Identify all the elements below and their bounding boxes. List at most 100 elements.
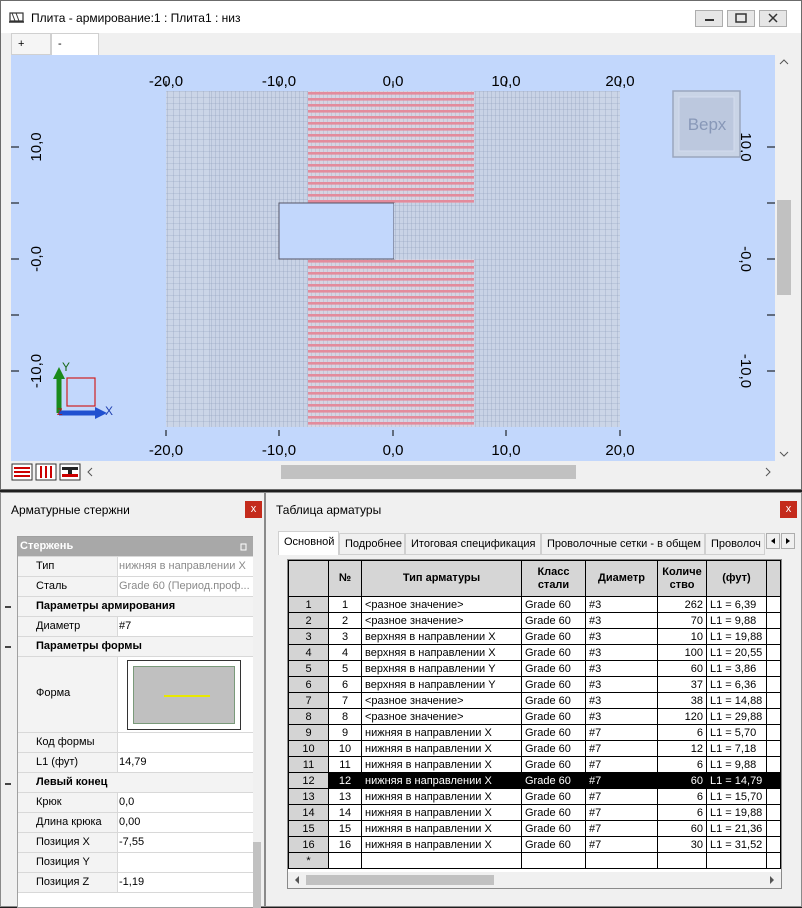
tab-wire-mesh[interactable]: Проволоч [705,533,765,555]
cell-diameter[interactable]: #3 [585,596,658,613]
cell-length[interactable]: L1 = 5,70 [706,724,767,741]
scroll-up-icon[interactable] [775,55,793,69]
cell-type[interactable]: нижняя в направлении X [361,804,522,821]
properties-close-button[interactable]: x [245,501,262,518]
row-header[interactable]: 13 [288,788,329,805]
cell-quantity[interactable]: 60 [657,660,707,677]
cell-type[interactable]: верхняя в направлении Y [361,660,522,677]
table-row[interactable]: 11 11 нижняя в направлении X Grade 60 #7 6 L1 … [288,756,781,773]
cell-grade[interactable]: Grade 60 [521,676,586,693]
cell-number[interactable]: 8 [328,708,362,725]
row-header[interactable]: 14 [288,804,329,821]
row-header[interactable]: 8 [288,708,329,725]
new-row[interactable]: * [288,852,781,869]
row-header[interactable]: 16 [288,836,329,853]
table-row[interactable]: 14 14 нижняя в направлении X Grade 60 #7 6 L1 … [288,804,781,821]
cell-grade[interactable]: Grade 60 [521,820,586,837]
row-header[interactable]: 3 [288,628,329,645]
new-row-cell[interactable] [585,852,658,869]
cell-type[interactable]: нижняя в направлении X [361,724,522,741]
properties-scrollbar[interactable] [253,536,261,908]
cell-number[interactable]: 3 [328,628,362,645]
table-row[interactable]: 1 1 <разное значение> Grade 60 #3 262 L1 = 6,3… [288,596,781,613]
cell-type[interactable]: <разное значение> [361,612,522,629]
cell-length[interactable]: L1 = 3,86 [706,660,767,677]
cell-extra[interactable] [766,740,781,757]
cell-type[interactable]: нижняя в направлении X [361,788,522,805]
cell-extra[interactable] [766,628,781,645]
close-window-button[interactable] [759,10,787,27]
cell-quantity[interactable]: 6 [657,804,707,821]
tab-plus[interactable]: + [11,33,51,55]
new-row-cell[interactable] [521,852,586,869]
cell-grade[interactable]: Grade 60 [521,692,586,709]
cell-diameter[interactable]: #3 [585,676,658,693]
property-value[interactable]: 0,00 [119,816,250,828]
cell-extra[interactable] [766,788,781,805]
cell-diameter[interactable]: #7 [585,772,658,789]
property-value[interactable]: Grade 60 (Период.проф... [119,580,250,592]
cell-grade[interactable]: Grade 60 [521,660,586,677]
cell-type[interactable]: <разное значение> [361,596,522,613]
cell-quantity[interactable]: 120 [657,708,707,725]
slab-canvas[interactable]: -20,0 -10,0 0,0 10,0 20,0 -20,0 -10,0 0,… [11,55,775,461]
cell-number[interactable]: 2 [328,612,362,629]
new-row-cell[interactable] [361,852,522,869]
group-reinforcement[interactable]: Параметры армирования [18,597,254,617]
table-row[interactable]: 12 12 нижняя в направлении X Grade 60 #7 60 L1… [288,772,781,789]
cell-diameter[interactable]: #7 [585,788,658,805]
scroll-thumb[interactable] [777,200,791,295]
cell-grade[interactable]: Grade 60 [521,612,586,629]
cell-diameter[interactable]: #3 [585,660,658,677]
cell-quantity[interactable]: 60 [657,772,707,789]
tab-summary[interactable]: Итоговая спецификация [405,533,541,555]
new-row-marker[interactable]: * [288,852,329,869]
cell-type[interactable]: верхняя в направлении X [361,644,522,661]
cell-number[interactable]: 7 [328,692,362,709]
cell-type[interactable]: верхняя в направлении Y [361,676,522,693]
cell-diameter[interactable]: #7 [585,804,658,821]
cell-type[interactable]: нижняя в направлении X [361,820,522,837]
table-row[interactable]: 15 15 нижняя в направлении X Grade 60 #7 60 L1… [288,820,781,837]
cell-extra[interactable] [766,596,781,613]
cell-quantity[interactable]: 100 [657,644,707,661]
cell-number[interactable]: 13 [328,788,362,805]
cell-diameter[interactable]: #7 [585,740,658,757]
restore-button[interactable] [727,10,755,27]
cell-extra[interactable] [766,772,781,789]
cell-grade[interactable]: Grade 60 [521,740,586,757]
table-horizontal-scrollbar[interactable] [288,872,781,888]
tab-scroll-right-button[interactable] [781,533,795,549]
row-header[interactable]: 4 [288,644,329,661]
row-header[interactable]: 5 [288,660,329,677]
cell-grade[interactable]: Grade 60 [521,628,586,645]
cell-number[interactable]: 1 [328,596,362,613]
scroll-down-icon[interactable] [775,447,793,461]
cell-number[interactable]: 6 [328,676,362,693]
table-row[interactable]: 10 10 нижняя в направлении X Grade 60 #7 12 L1… [288,740,781,757]
cell-quantity[interactable]: 30 [657,836,707,853]
collapse-icon[interactable] [5,606,11,608]
tab-details[interactable]: Подробнее [339,533,405,555]
scroll-thumb[interactable] [253,842,261,908]
cell-length[interactable]: L1 = 6,39 [706,596,767,613]
rebar-x-view-icon[interactable] [11,463,33,481]
cell-quantity[interactable]: 6 [657,724,707,741]
new-row-cell[interactable] [706,852,767,869]
cell-diameter[interactable]: #7 [585,836,658,853]
table-row[interactable]: 5 5 верхняя в направлении Y Grade 60 #3 60 L1 … [288,660,781,677]
slab-drawing[interactable]: -20,0 -10,0 0,0 10,0 20,0 -20,0 -10,0 0,… [11,55,775,461]
cell-length[interactable]: L1 = 19,88 [706,804,767,821]
cell-diameter[interactable]: #3 [585,612,658,629]
cell-length[interactable]: L1 = 31,52 [706,836,767,853]
scroll-left-icon[interactable] [290,872,304,888]
diameter-value[interactable]: #7 [119,620,250,632]
cell-grade[interactable]: Grade 60 [521,724,586,741]
table-row[interactable]: 9 9 нижняя в направлении X Grade 60 #7 6 L1 = … [288,724,781,741]
new-row-cell[interactable] [328,852,362,869]
cell-length[interactable]: L1 = 9,88 [706,612,767,629]
property-value[interactable]: нижняя в направлении X [119,560,250,572]
cell-length[interactable]: L1 = 6,36 [706,676,767,693]
cell-diameter[interactable]: #3 [585,692,658,709]
tab-main[interactable]: Основной [278,531,339,555]
